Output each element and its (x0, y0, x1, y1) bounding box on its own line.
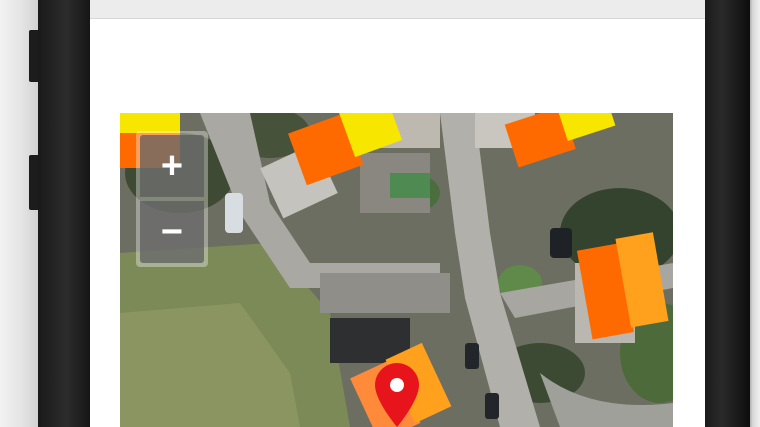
zoom-control: + − (136, 131, 208, 267)
satellite-map[interactable]: + − (120, 113, 673, 427)
zoom-out-button[interactable]: − (140, 201, 204, 263)
zoom-in-button[interactable]: + (140, 135, 204, 197)
top-bar (90, 0, 705, 19)
phone-screen: + − (90, 0, 705, 427)
